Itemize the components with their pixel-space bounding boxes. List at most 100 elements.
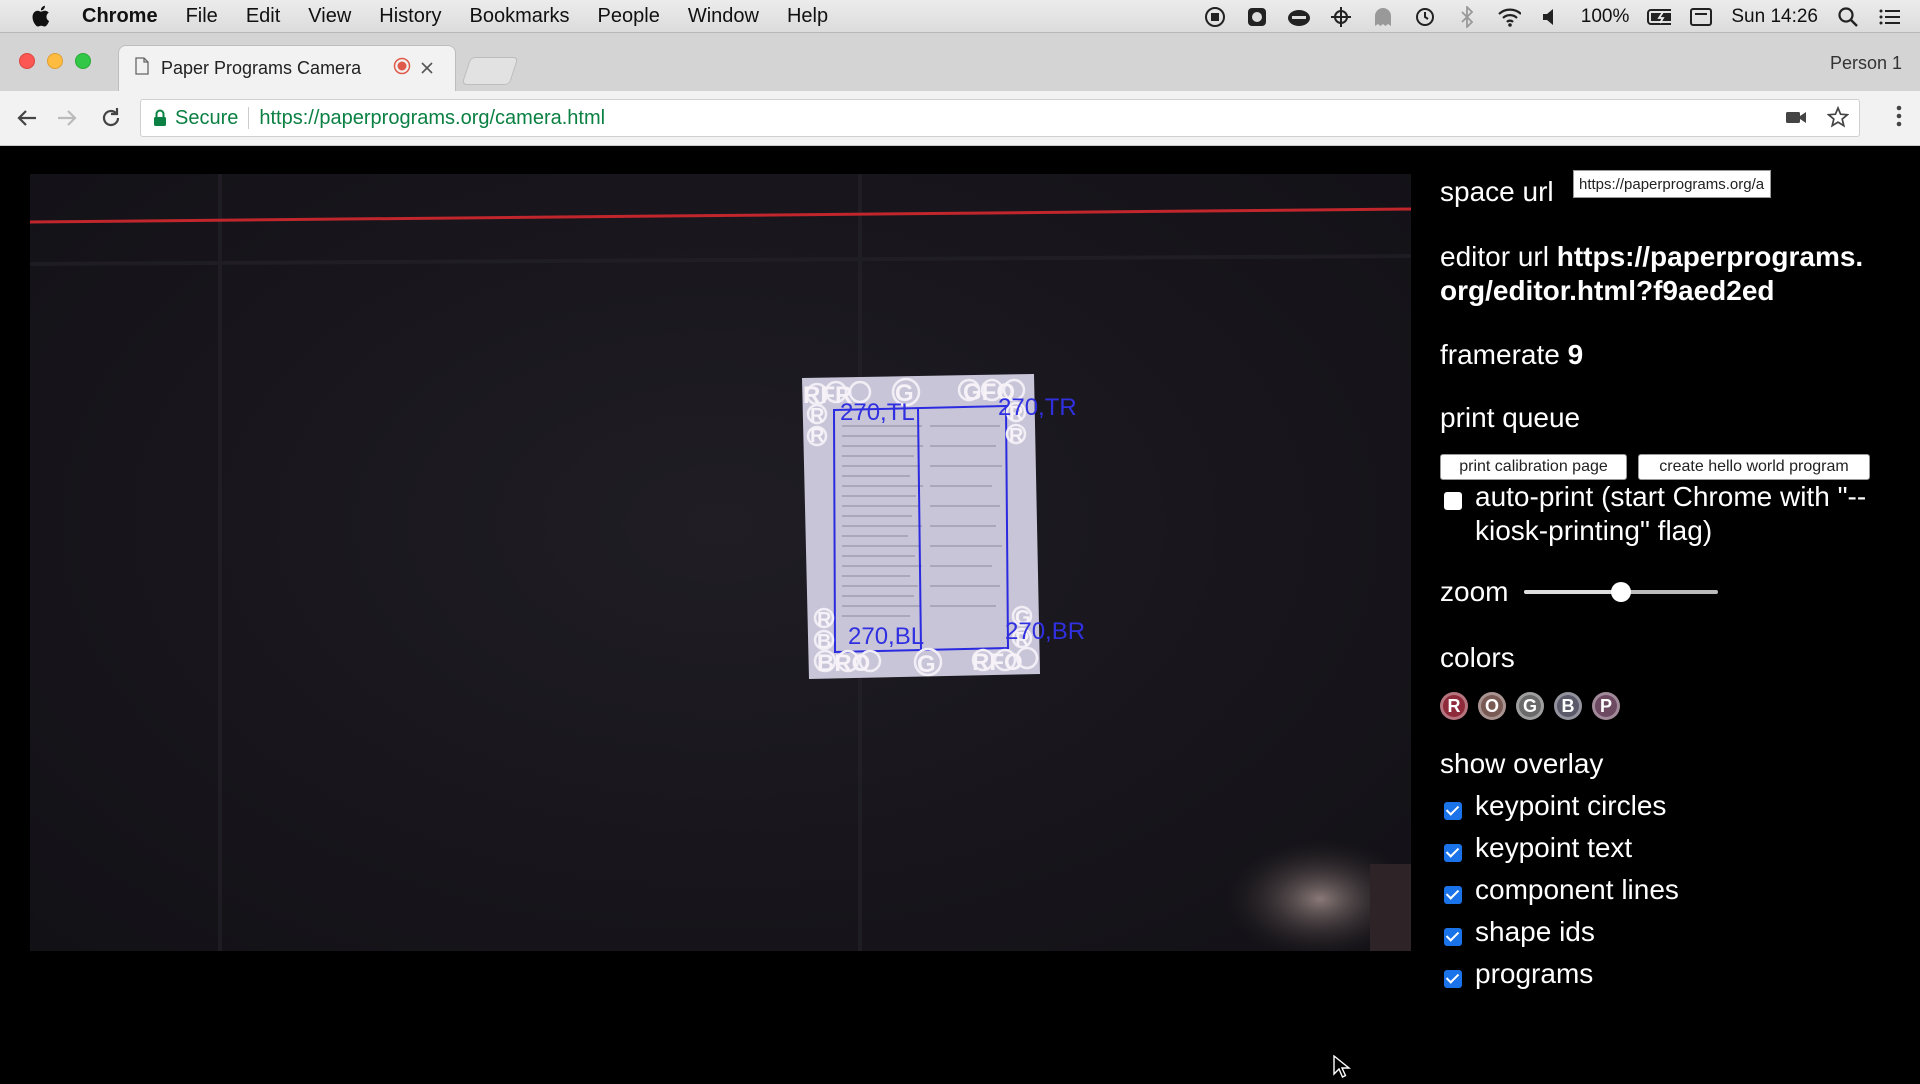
bookmark-star-icon[interactable] — [1826, 105, 1850, 134]
keypoint-label-tr: 270,TR — [998, 394, 1077, 421]
menu-people[interactable]: People — [598, 5, 660, 28]
zoom-label: zoom — [1440, 576, 1509, 607]
recording-indicator-icon — [393, 57, 411, 80]
color-swatch-red[interactable]: R — [1440, 692, 1468, 720]
color-swatch-green[interactable]: G — [1516, 692, 1544, 720]
create-hello-world-button[interactable]: create hello world program — [1638, 454, 1870, 480]
overlay-keypoint-circles-label: keypoint circles — [1475, 790, 1667, 821]
apple-logo-icon[interactable] — [30, 4, 70, 28]
battery-icon[interactable] — [1647, 5, 1672, 29]
overlay-programs-label: programs — [1475, 958, 1594, 989]
input-menu-icon[interactable] — [1689, 5, 1713, 29]
tab-title: Paper Programs Camera — [161, 58, 362, 78]
menu-app-name[interactable]: Chrome — [82, 5, 158, 28]
record-icon[interactable] — [1203, 5, 1227, 29]
time-machine-icon[interactable] — [1413, 5, 1437, 29]
editor-url-label: editor url — [1440, 241, 1549, 272]
zoom-window-button[interactable] — [75, 53, 91, 69]
camera-canvas[interactable]: RFR GFO BRO RFO G G R R R R R B G R 270,… — [30, 174, 1411, 951]
space-url-input[interactable] — [1573, 170, 1771, 198]
page-icon — [135, 57, 149, 80]
browser-toolbar: Secure https://paperprograms.org/camera.… — [0, 91, 1920, 146]
print-queue-heading: print queue — [1440, 402, 1581, 433]
editor-url-row: editor url https://paperprograms.org/edi… — [1440, 240, 1880, 308]
close-window-button[interactable] — [19, 53, 35, 69]
overlay-shape-ids-checkbox[interactable] — [1444, 928, 1462, 946]
zoom-slider-thumb[interactable] — [1611, 582, 1631, 602]
menu-bookmarks[interactable]: Bookmarks — [470, 5, 570, 28]
omnibox-divider — [248, 107, 250, 129]
marker-text-left-top-1: R — [810, 405, 825, 427]
marker-text-bottom-right: RFO — [972, 649, 1023, 676]
new-tab-button[interactable] — [461, 57, 519, 85]
wifi-icon[interactable] — [1497, 5, 1521, 29]
color-swatch-purple[interactable]: P — [1592, 692, 1620, 720]
framerate-row: framerate 9 — [1440, 339, 1583, 371]
keypoint-label-tl: 270,TL — [840, 399, 915, 426]
show-overlay-heading: show overlay — [1440, 748, 1604, 779]
color-swatch-blue[interactable]: B — [1554, 692, 1582, 720]
lock-icon — [153, 109, 167, 127]
colors-label: colors — [1440, 642, 1515, 673]
secure-label: Secure — [175, 106, 239, 129]
keypoint-label-br: 270,BR — [1005, 618, 1085, 645]
zoom-slider[interactable] — [1524, 582, 1718, 602]
space-url-row: space url — [1440, 176, 1554, 208]
color-swatch-orange[interactable]: O — [1478, 692, 1506, 720]
marker-text-bottom-left: BRO — [817, 650, 870, 677]
auto-print-checkbox[interactable] — [1444, 492, 1462, 510]
camera-page: RFR GFO BRO RFO G G R R R R R B G R 270,… — [0, 146, 1920, 1080]
marker-text-left-bottom-1: R — [817, 609, 832, 631]
chrome-menu-icon[interactable] — [1896, 105, 1902, 132]
forward-arrow-icon[interactable] — [54, 105, 80, 131]
minimize-window-button[interactable] — [47, 53, 63, 69]
menu-file[interactable]: File — [186, 5, 218, 28]
overlay-keypoint-text-label: keypoint text — [1475, 832, 1633, 863]
marker-text-left-top-2: R — [810, 425, 825, 447]
print-calibration-button[interactable]: print calibration page — [1440, 454, 1627, 480]
tab-paper-programs-camera[interactable]: Paper Programs Camera — [118, 45, 456, 91]
overlay-programs-checkbox[interactable] — [1444, 970, 1462, 988]
notification-center-icon[interactable] — [1878, 5, 1902, 29]
menu-edit[interactable]: Edit — [246, 5, 280, 28]
battery-percentage: 100% — [1580, 5, 1630, 27]
framerate-value: 9 — [1567, 339, 1584, 370]
menu-clock[interactable]: Sun 14:26 — [1731, 6, 1818, 28]
status-area: 100% Sun 14:26 — [1203, 0, 1902, 33]
marker-text-bottom-mid: G — [917, 651, 936, 678]
video-camera-icon[interactable] — [1785, 106, 1807, 134]
overlay-keypoint-text-checkbox[interactable] — [1444, 844, 1462, 862]
volume-icon[interactable] — [1539, 5, 1563, 29]
overlay-shape-ids-label: shape ids — [1475, 916, 1595, 947]
zoom-slider-fill — [1524, 590, 1621, 594]
close-tab-icon[interactable] — [421, 58, 433, 79]
address-bar[interactable]: Secure https://paperprograms.org/camera.… — [140, 99, 1860, 137]
camera-overlay-svg: RFR GFO BRO RFO G G R R R R R B G R 270,… — [30, 174, 1411, 951]
menu-history[interactable]: History — [379, 5, 441, 28]
auto-print-label: auto-print (start Chrome with "--kiosk-p… — [1475, 481, 1867, 546]
marker-text-left-bottom-2: B — [817, 631, 831, 653]
browser-tab-strip: Paper Programs Camera Person 1 — [0, 33, 1920, 91]
profile-person-button[interactable]: Person 1 — [1830, 53, 1902, 74]
menu-window[interactable]: Window — [688, 5, 759, 28]
camera-app-icon[interactable] — [1245, 5, 1269, 29]
macos-menu-bar: Chrome File Edit View History Bookmarks … — [0, 0, 1920, 33]
overlay-keypoint-circles-checkbox[interactable] — [1444, 802, 1462, 820]
crosshair-icon[interactable] — [1329, 5, 1353, 29]
overlay-component-lines-checkbox[interactable] — [1444, 886, 1462, 904]
back-arrow-icon[interactable] — [14, 105, 40, 131]
keypoint-label-bl: 270,BL — [848, 623, 924, 650]
ghost-icon[interactable] — [1371, 5, 1395, 29]
menu-help[interactable]: Help — [787, 5, 828, 28]
menu-view[interactable]: View — [308, 5, 351, 28]
calibration-red-line — [30, 207, 1411, 224]
overlay-component-lines-label: component lines — [1475, 874, 1679, 905]
bluetooth-icon[interactable] — [1455, 5, 1479, 29]
marker-text-right-top-2: R — [1009, 425, 1024, 447]
reload-icon[interactable] — [98, 105, 124, 131]
url-text[interactable]: https://paperprograms.org/camera.html — [259, 107, 605, 130]
spotlight-search-icon[interactable] — [1836, 5, 1860, 29]
cloud-app-icon[interactable] — [1287, 5, 1311, 29]
framerate-label: framerate — [1440, 339, 1560, 370]
space-url-label: space url — [1440, 176, 1554, 207]
